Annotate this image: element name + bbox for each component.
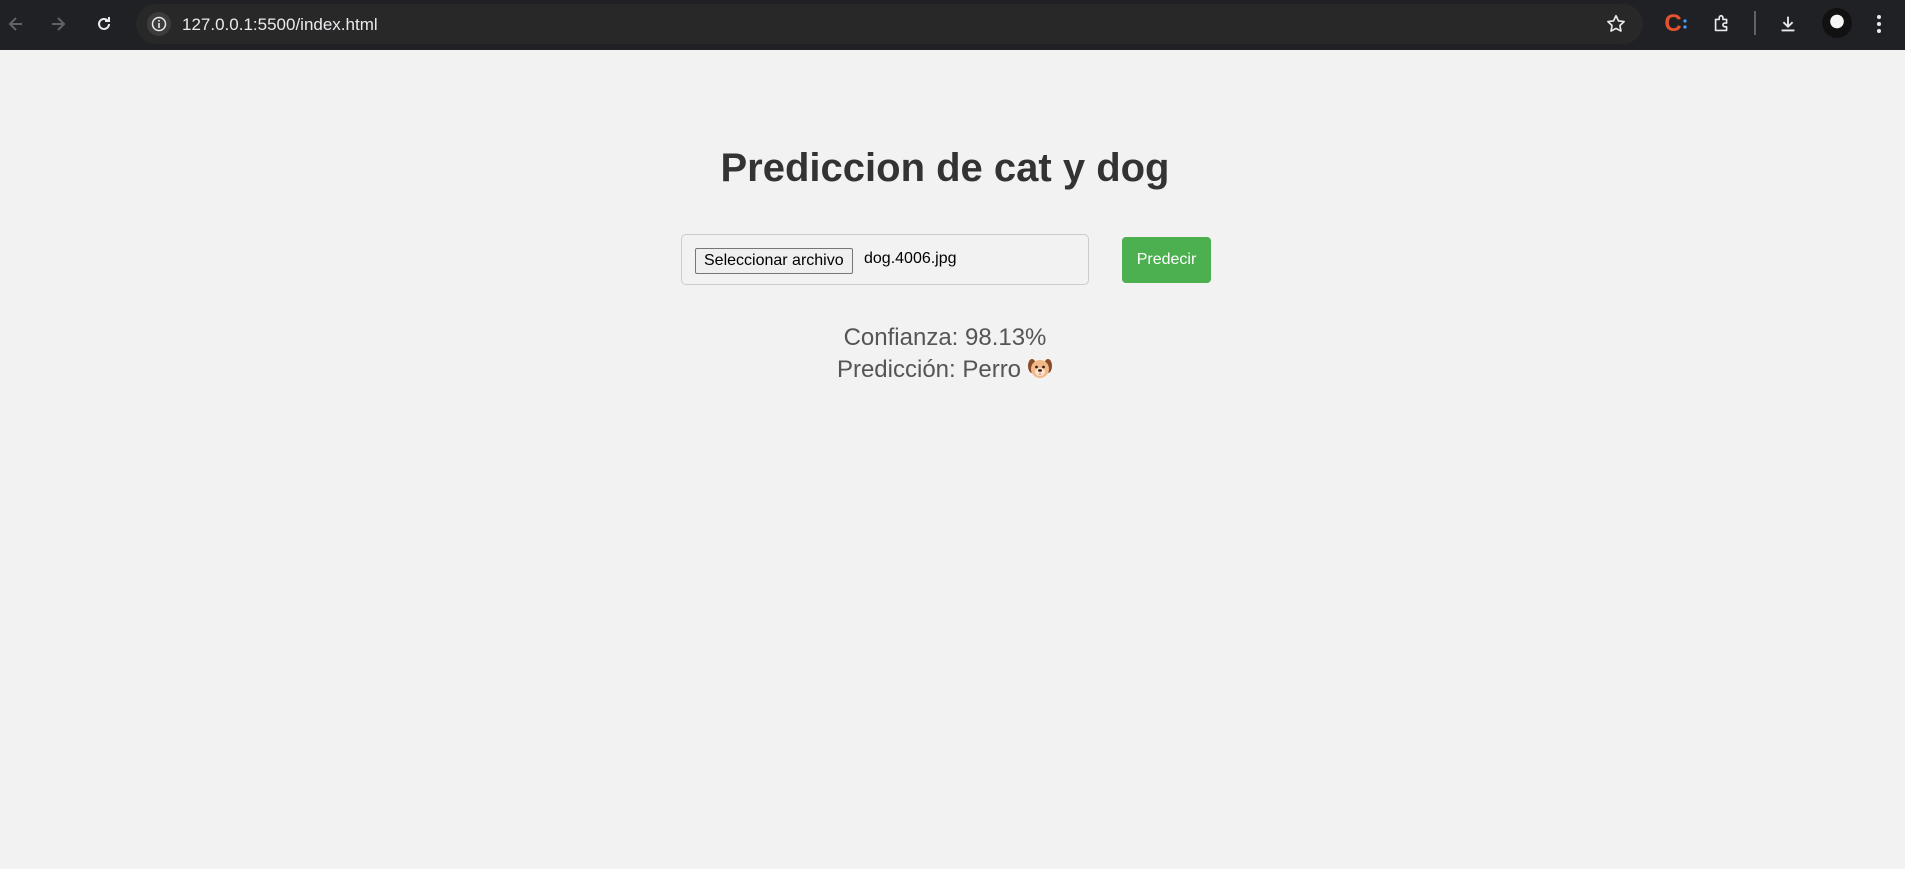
selected-file-name: dog.4006.jpg	[864, 250, 957, 267]
more-menu-icon[interactable]	[1864, 9, 1894, 39]
forward-arrow-icon[interactable]	[42, 8, 74, 40]
star-icon[interactable]	[1605, 13, 1627, 35]
browser-toolbar: 127.0.0.1:5500/index.html C	[0, 0, 1905, 50]
predict-button[interactable]: Predecir	[1122, 237, 1211, 283]
back-arrow-icon[interactable]	[0, 8, 32, 40]
page-title: Prediccion de cat y dog	[720, 146, 1170, 190]
url-text[interactable]: 127.0.0.1:5500/index.html	[182, 15, 378, 35]
prediction-line: Predicción: Perro	[0, 356, 1890, 384]
puzzle-icon[interactable]	[1707, 9, 1737, 39]
address-bar[interactable]: 127.0.0.1:5500/index.html	[136, 4, 1643, 44]
file-input[interactable]: Seleccionar archivo dog.4006.jpg	[681, 234, 1089, 285]
profile-avatar[interactable]	[1822, 8, 1852, 38]
prediction-text: Predicción: Perro	[836, 356, 1022, 383]
page-content: Prediccion de cat y dog Seleccionar arch…	[0, 50, 1905, 869]
download-icon[interactable]	[1773, 9, 1803, 39]
toolbar-divider	[1754, 11, 1756, 35]
dog-face-emoji-icon	[1028, 359, 1053, 378]
extension-c-icon[interactable]: C	[1661, 9, 1691, 39]
info-icon[interactable]	[147, 12, 171, 36]
confidence-text: Confianza: 98.13%	[843, 324, 1047, 351]
reload-icon[interactable]	[88, 8, 120, 40]
select-file-button[interactable]: Seleccionar archivo	[695, 248, 853, 274]
extension-dots-icon	[1683, 19, 1687, 29]
